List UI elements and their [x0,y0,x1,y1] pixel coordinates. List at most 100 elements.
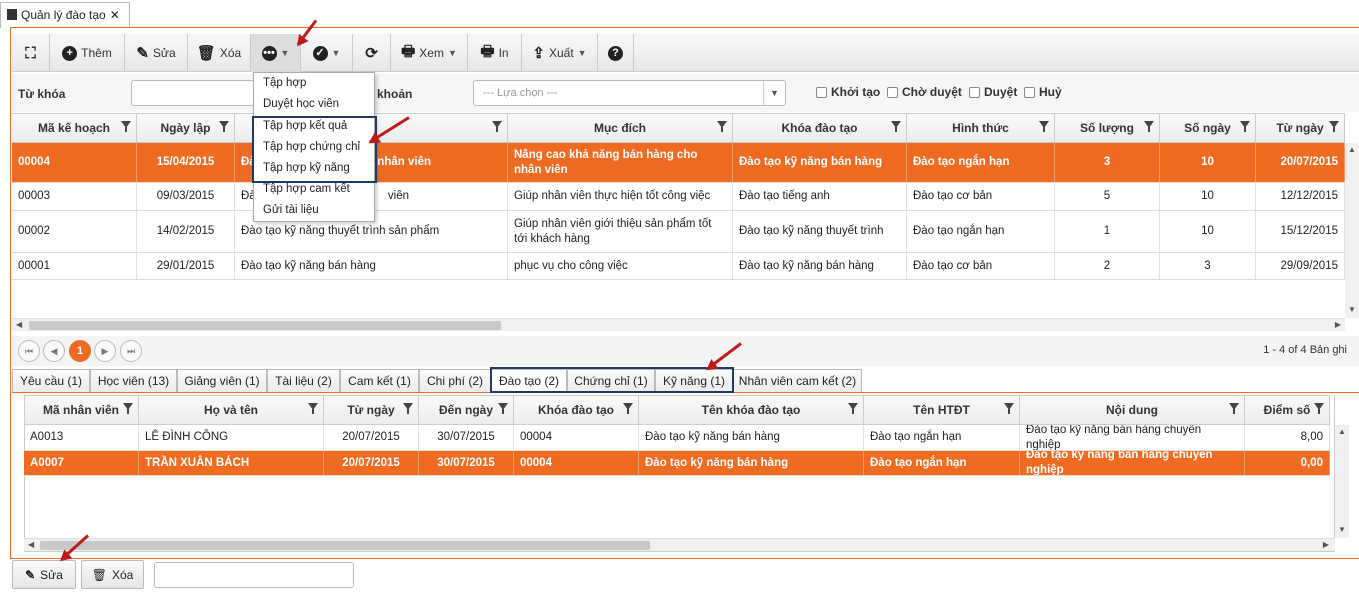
col-header[interactable]: Điểm số [1245,396,1330,424]
filter-icon[interactable] [1004,403,1014,414]
status-select[interactable]: --- Lựa chọn --- ▼ [473,80,786,106]
last-page-button[interactable]: ⏭ [120,340,142,362]
window-tab[interactable]: Quản lý đào tạo ✕ [0,2,130,28]
col-header[interactable]: Ngày lập [137,114,235,142]
cell-code: 00004 [12,143,137,182]
table-row[interactable]: 00002 14/02/2015 Đào tạo kỹ năng thuyết … [12,211,1345,253]
check-init[interactable]: Khởi tạo [816,85,880,99]
filter-icon[interactable] [891,121,901,132]
check-cancelled[interactable]: Huỷ [1024,85,1062,99]
menu-item-send-documents[interactable]: Gửi tài liệu [263,204,319,216]
scroll-thumb[interactable] [29,321,501,330]
menu-item-collect[interactable]: Tập hợp [263,77,306,89]
col-header[interactable]: Đến ngày [419,396,514,424]
current-page[interactable]: 1 [69,340,91,362]
view-button[interactable]: 🖶 Xem ▼ [391,34,468,72]
plan-grid-hscroll[interactable]: ◀ ▶ [12,318,1345,331]
col-header[interactable]: Số ngày [1160,114,1256,142]
col-header[interactable]: Số lượng [1055,114,1160,142]
col-header[interactable]: Tên khóa đào tạo [639,396,864,424]
scroll-down-icon[interactable]: ▼ [1338,525,1346,534]
scroll-up-icon[interactable]: ▲ [1348,145,1356,154]
scroll-up-icon[interactable]: ▲ [1338,427,1346,436]
print-button[interactable]: 🖶 In [468,34,522,72]
tab-commitments[interactable]: Cam kết (1) [340,369,419,392]
refresh-button[interactable]: ⟳ [353,34,391,72]
detail-grid-hscroll[interactable]: ◀ ▶ [24,538,1335,551]
plan-grid-vscroll[interactable]: ▲ ▼ [1345,143,1359,318]
col-header[interactable]: Từ ngày [324,396,419,424]
tab-students[interactable]: Học viên (13) [90,369,177,392]
next-page-button[interactable]: ▶ [94,340,116,362]
col-header[interactable]: Nội dung [1020,396,1245,424]
caret-down-icon: ▼ [577,48,587,58]
checkbox[interactable] [816,86,827,98]
chevron-down-icon[interactable]: ▼ [763,81,785,105]
checkbox[interactable] [969,86,980,98]
detail-edit-button[interactable]: ✎ Sửa [12,560,76,589]
checkbox[interactable] [887,86,898,98]
scroll-left-icon[interactable]: ◀ [16,320,22,329]
cell-to: 30/07/2015 [419,425,514,450]
scroll-down-icon[interactable]: ▼ [1348,305,1356,314]
table-row[interactable]: 00003 09/03/2015 Đà viên Giúp nhân viên t… [12,183,1345,211]
scroll-right-icon[interactable]: ▶ [1323,540,1329,549]
col-header[interactable]: Khóa đào tạo [733,114,907,142]
keyword-input[interactable] [131,80,256,106]
edit-button[interactable]: ✎ Sửa [125,34,188,72]
tab-costs[interactable]: Chi phí (2) [419,369,491,392]
first-page-button[interactable]: ⏮ [18,340,40,362]
approve-button[interactable]: ✓ ▼ [301,34,353,72]
filter-icon[interactable] [121,121,131,132]
close-icon[interactable]: ✕ [110,8,120,22]
detail-grid-vscroll[interactable]: ▲ ▼ [1335,425,1349,538]
filter-icon[interactable] [123,403,133,414]
filter-icon[interactable] [717,121,727,132]
filter-icon[interactable] [1240,121,1250,132]
filter-icon[interactable] [848,403,858,414]
filter-icon[interactable] [219,121,229,132]
col-header[interactable]: Mã nhân viên [24,396,139,424]
filter-icon[interactable] [1314,403,1324,414]
col-header[interactable]: Mục đích [508,114,733,142]
tab-lecturers[interactable]: Giảng viên (1) [177,369,267,392]
filter-icon[interactable] [623,403,633,414]
scroll-thumb[interactable] [40,541,650,550]
check-approved[interactable]: Duyệt [969,85,1017,99]
filter-icon[interactable] [492,121,502,132]
help-button[interactable]: ? [598,34,634,72]
add-button[interactable]: + Thêm [50,34,125,72]
filter-icon[interactable] [1229,403,1239,414]
col-header[interactable]: Từ ngày [1256,114,1345,142]
col-header[interactable]: Khóa đào tạo [514,396,639,424]
col-header[interactable]: Hình thức [907,114,1055,142]
table-row[interactable]: 00001 29/01/2015 Đào tạo kỹ năng bán hàn… [12,253,1345,280]
delete-button[interactable]: 🗑 Xóa [188,34,251,72]
menu-item-approve-students[interactable]: Duyệt học viên [263,98,339,110]
table-row[interactable]: 00004 15/04/2015 Đào cho nhân viên Nâng c… [12,143,1345,183]
tab-committed-staff[interactable]: Nhân viên cam kết (2) [733,369,862,392]
search-button[interactable]: ⛶ [12,34,50,72]
tab-documents[interactable]: Tài liệu (2) [267,369,340,392]
filter-icon[interactable] [1329,121,1339,132]
prev-page-button[interactable]: ◀ [43,340,65,362]
checkbox[interactable] [1024,86,1035,98]
filter-icon[interactable] [498,403,508,414]
filter-icon[interactable] [1144,121,1154,132]
menu-item-collect-commitments[interactable]: Tập hợp cam kết [263,183,350,195]
filter-icon[interactable] [403,403,413,414]
export-button[interactable]: ⇪ Xuất ▼ [522,34,598,72]
filter-icon[interactable] [1039,121,1049,132]
tab-requests[interactable]: Yêu cầu (1) [12,369,90,392]
detail-input[interactable] [154,562,354,588]
filter-icon[interactable] [308,403,318,414]
detail-delete-button[interactable]: 🗑 Xóa [81,560,144,589]
col-header[interactable]: Mã kế hoạch [12,114,137,142]
table-row[interactable]: A0013 LÊ ĐÌNH CÔNG 20/07/2015 30/07/2015… [24,425,1330,451]
col-header[interactable]: Tên HTĐT [864,396,1020,424]
col-header[interactable]: Họ và tên [139,396,324,424]
table-row[interactable]: A0007 TRẦN XUÂN BÁCH 20/07/2015 30/07/20… [24,451,1330,476]
scroll-left-icon[interactable]: ◀ [28,540,34,549]
scroll-right-icon[interactable]: ▶ [1335,320,1341,329]
check-pending[interactable]: Chờ duyệt [887,85,962,99]
